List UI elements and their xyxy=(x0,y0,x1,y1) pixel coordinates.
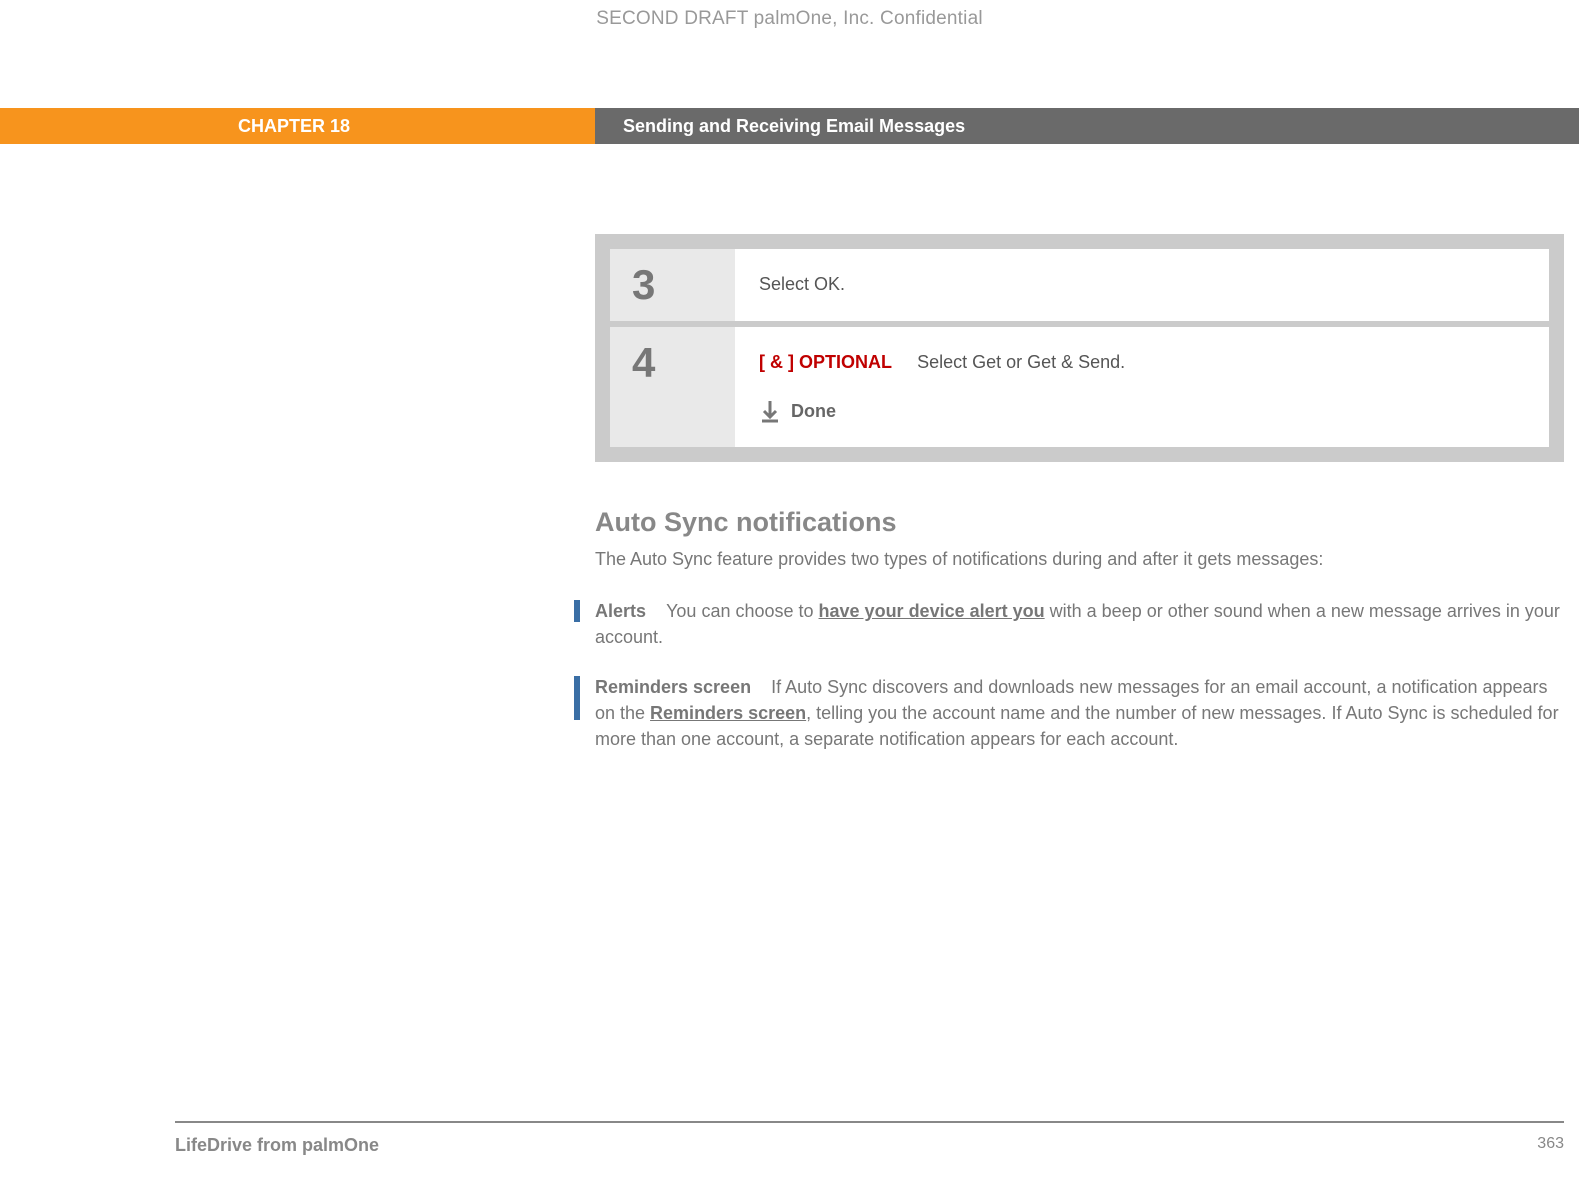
footer-product: LifeDrive from palmOne xyxy=(175,1135,379,1156)
alerts-paragraph: Alerts You can choose to have your devic… xyxy=(595,598,1564,650)
step-4-number: 4 xyxy=(610,327,735,447)
chapter-title: Sending and Receiving Email Messages xyxy=(595,108,1579,144)
footer-page-number: 363 xyxy=(1537,1135,1564,1156)
watermark-text: SECOND DRAFT palmOne, Inc. Confidential xyxy=(0,0,1579,30)
change-bar-icon xyxy=(574,676,580,720)
step-3-body: Select OK. xyxy=(735,249,1549,321)
step-3-row: 3 Select OK. xyxy=(610,249,1549,321)
section-intro: The Auto Sync feature provides two types… xyxy=(595,546,1564,572)
optional-label: OPTIONAL xyxy=(799,352,892,372)
chapter-label: CHAPTER 18 xyxy=(0,108,595,144)
step-4-row: 4 [ & ] OPTIONAL Select Get or Get & Sen… xyxy=(610,327,1549,447)
reminders-link[interactable]: Reminders screen xyxy=(650,703,806,723)
step-3-number: 3 xyxy=(610,249,735,321)
reminders-lead: Reminders screen xyxy=(595,677,751,697)
page-footer: LifeDrive from palmOne 363 xyxy=(175,1135,1564,1156)
step-4-text: Select Get or Get & Send. xyxy=(917,352,1125,372)
reminders-paragraph: Reminders screen If Auto Sync discovers … xyxy=(595,674,1564,752)
change-bar-icon xyxy=(574,600,580,622)
step-3-text: Select OK. xyxy=(759,274,845,294)
chapter-header-bar: CHAPTER 18 Sending and Receiving Email M… xyxy=(0,108,1579,144)
step-4-body: [ & ] OPTIONAL Select Get or Get & Send.… xyxy=(735,327,1549,447)
done-arrow-icon xyxy=(759,401,781,423)
section-heading: Auto Sync notifications xyxy=(595,507,1564,538)
optional-bracket: [ & ] xyxy=(759,352,794,372)
footer-rule xyxy=(175,1121,1564,1123)
done-label: Done xyxy=(791,398,836,425)
done-row: Done xyxy=(759,398,1525,425)
main-content: 3 Select OK. 4 [ & ] OPTIONAL Select Get… xyxy=(595,234,1564,753)
alerts-link[interactable]: have your device alert you xyxy=(819,601,1045,621)
steps-container: 3 Select OK. 4 [ & ] OPTIONAL Select Get… xyxy=(595,234,1564,462)
alerts-lead: Alerts xyxy=(595,601,646,621)
alerts-text-before: You can choose to xyxy=(666,601,818,621)
